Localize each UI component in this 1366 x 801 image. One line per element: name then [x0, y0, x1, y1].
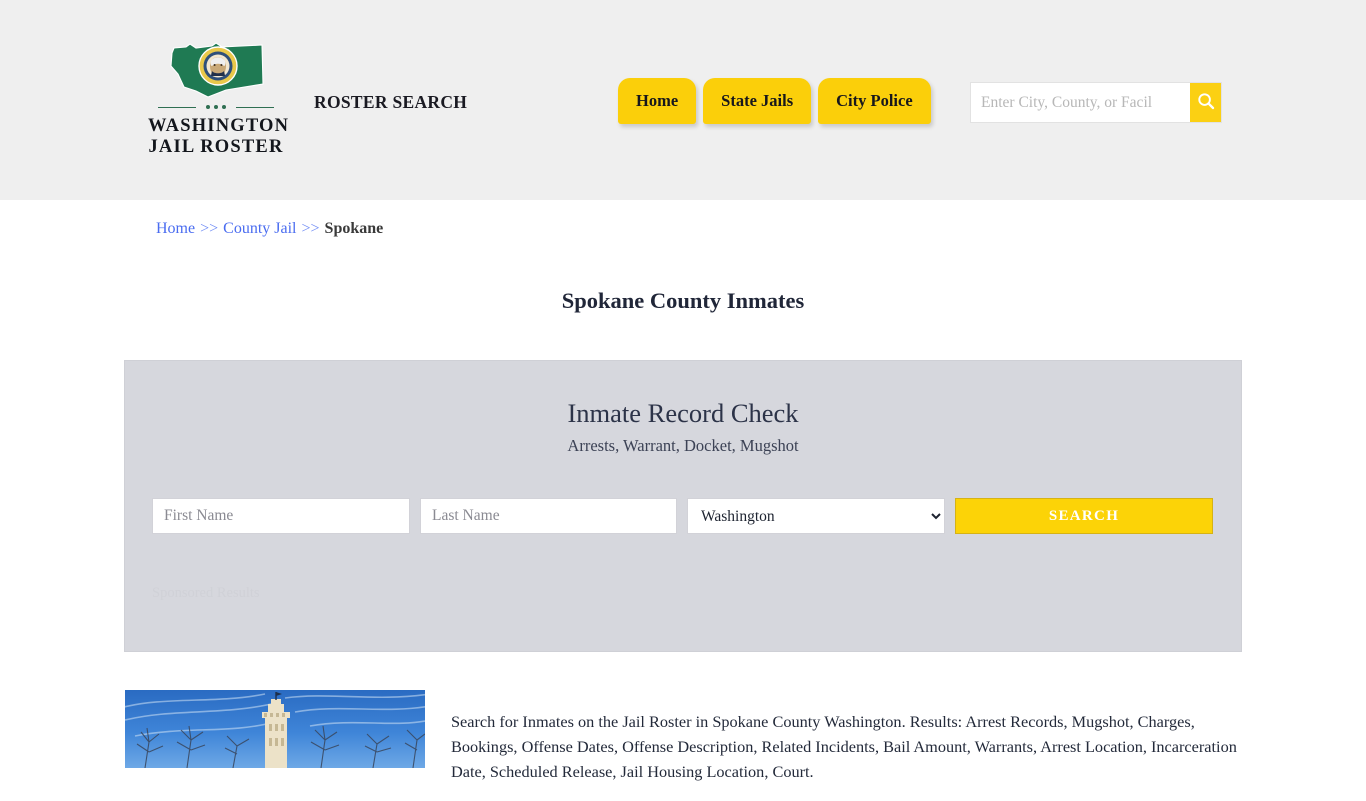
- search-icon: [1197, 92, 1215, 113]
- breadcrumb-item-county-jail[interactable]: County Jail: [223, 220, 296, 237]
- page-title: Spokane County Inmates: [561, 288, 805, 314]
- ad-search-button[interactable]: SEARCH: [955, 498, 1213, 534]
- site-logo[interactable]: WASHINGTON JAIL ROSTER: [148, 40, 290, 158]
- header-search-input[interactable]: [971, 83, 1190, 122]
- first-name-input[interactable]: [152, 498, 410, 534]
- brand-name-line2: JAIL ROSTER: [148, 137, 284, 157]
- header-search-box: [970, 82, 1222, 123]
- inmate-record-check-panel: Inmate Record Check Arrests, Warrant, Do…: [124, 360, 1242, 652]
- brand-name-line1: WASHINGTON: [148, 116, 290, 136]
- last-name-input[interactable]: [420, 498, 677, 534]
- nav-item-home[interactable]: Home: [618, 78, 697, 124]
- main-navigation: Home State Jails City Police: [618, 78, 931, 124]
- content-paragraph: Search for Inmates on the Jail Roster in…: [451, 712, 1237, 782]
- breadcrumb-item-home[interactable]: Home: [156, 220, 195, 237]
- state-select[interactable]: Washington: [687, 498, 945, 534]
- nav-item-state-jails[interactable]: State Jails: [703, 78, 812, 124]
- site-tagline: ROSTER SEARCH: [314, 92, 468, 112]
- header-inner: WASHINGTON JAIL ROSTER ROSTER SEARCH Hom…: [0, 0, 1366, 200]
- sponsored-results-label: Sponsored Results: [152, 585, 260, 601]
- spokane-courthouse-photo: [125, 690, 425, 768]
- header-search-button[interactable]: [1190, 83, 1221, 122]
- ad-panel-subtitle: Arrests, Warrant, Docket, Mugshot: [567, 436, 799, 455]
- breadcrumb-item-current: Spokane: [324, 220, 384, 237]
- ad-panel-title: Inmate Record Check: [567, 398, 799, 428]
- breadcrumb-separator: >>: [200, 220, 219, 237]
- site-header: WASHINGTON JAIL ROSTER ROSTER SEARCH Hom…: [0, 0, 1366, 200]
- brand-divider: [158, 104, 274, 111]
- nav-item-city-police[interactable]: City Police: [818, 78, 931, 124]
- breadcrumb: Home >> County Jail >> Spokane: [156, 220, 383, 238]
- inmate-search-form: Washington SEARCH: [152, 498, 1216, 534]
- washington-state-flag-icon: [166, 40, 266, 102]
- content-row: Search for Inmates on the Jail Roster in…: [125, 690, 1245, 801]
- breadcrumb-separator: >>: [301, 220, 320, 237]
